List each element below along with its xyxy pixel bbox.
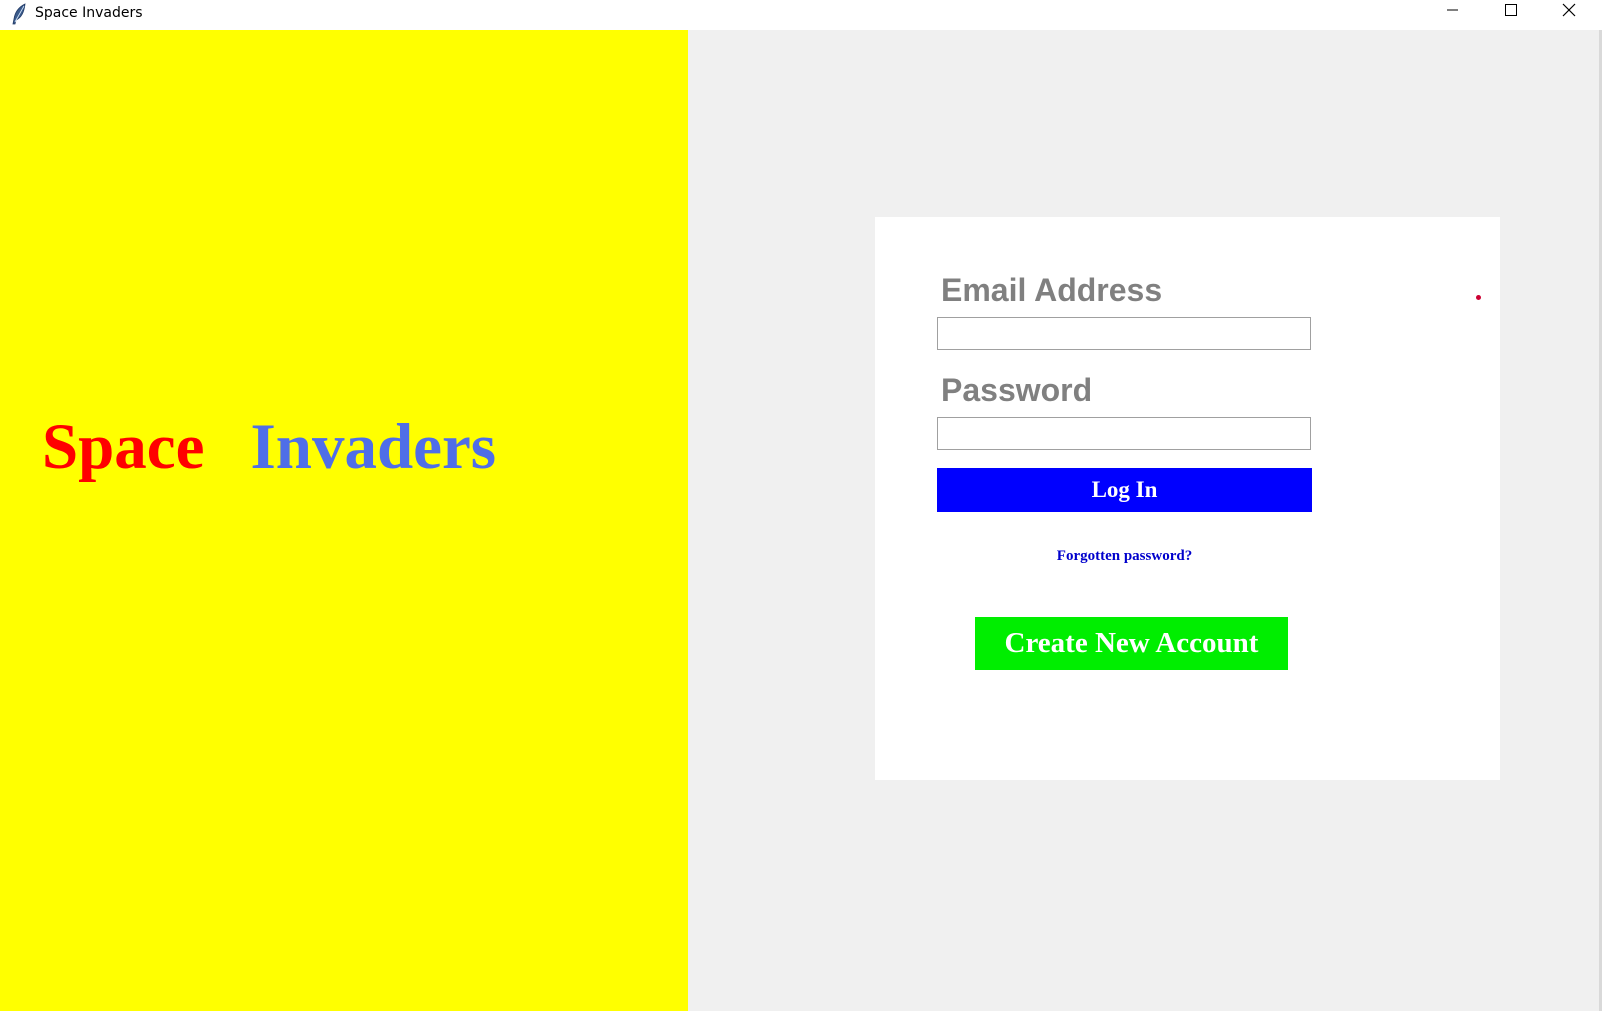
login-card: Email Address Password Log In Forgotten … [875, 217, 1500, 780]
feather-icon [10, 3, 28, 25]
brand-word-space: Space [42, 411, 205, 483]
password-label: Password [941, 372, 1093, 408]
create-account-button[interactable]: Create New Account [975, 617, 1288, 670]
close-button[interactable] [1540, 0, 1598, 24]
minimize-icon [1447, 3, 1459, 21]
login-button[interactable]: Log In [937, 468, 1312, 512]
email-label: Email Address [941, 272, 1163, 308]
email-field[interactable] [937, 317, 1311, 350]
maximize-button[interactable] [1482, 0, 1540, 24]
app-window: Space Invaders Space Invaders Email Addre… [0, 0, 1602, 1011]
window-title: Space Invaders [35, 5, 143, 21]
title-bar: Space Invaders [0, 0, 1602, 30]
brand-word-invaders: Invaders [250, 411, 497, 483]
maximize-icon [1505, 3, 1517, 21]
forgot-password-link[interactable]: Forgotten password? [937, 546, 1312, 566]
red-dot-marker [1476, 295, 1481, 300]
minimize-button[interactable] [1424, 0, 1482, 24]
brand-title: Space Invaders [42, 407, 496, 487]
close-icon [1562, 3, 1576, 22]
password-field[interactable] [937, 417, 1311, 450]
brand-panel: Space Invaders [0, 30, 688, 1011]
